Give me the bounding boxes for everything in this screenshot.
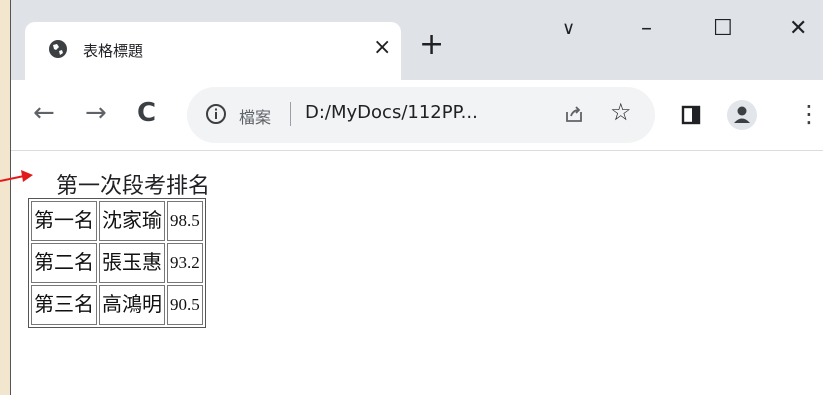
new-tab-button[interactable]: + [419,30,444,60]
file-scheme-label: 檔案 [239,108,272,127]
tab-title: 表格標題 [83,42,144,60]
forward-button[interactable]: → [85,100,107,126]
table-row: 第一名 沈家瑜 98.5 [31,201,203,241]
globe-icon [49,40,67,58]
back-button[interactable]: ← [33,100,55,126]
name-cell: 張玉惠 [99,243,165,283]
rank-cell: 第二名 [31,243,97,283]
table-caption: 第一次段考排名 [56,174,211,199]
browser-window: 表格標題 × + ∨ – ☐ ✕ ← → C 檔案 D:/MyDocs/112P… [10,0,823,395]
browser-menu-icon[interactable]: ⋮ [797,102,821,126]
browser-tab[interactable]: 表格標題 × [25,22,401,80]
browser-toolbar: ← → C 檔案 D:/MyDocs/112PP... ☆ ⋮ [11,80,823,151]
tab-search-chevron-icon[interactable]: ∨ [562,18,575,40]
share-icon[interactable] [563,103,585,125]
table-row: 第二名 張玉惠 93.2 [31,243,203,283]
bookmark-star-icon[interactable]: ☆ [610,98,632,126]
tab-close-icon[interactable]: × [373,35,391,60]
name-cell: 沈家瑜 [99,201,165,241]
table-row: 第三名 高鴻明 90.5 [31,285,203,325]
title-bar: 表格標題 × + ∨ – ☐ ✕ [11,0,823,80]
info-icon[interactable] [205,103,227,125]
close-window-button[interactable]: ✕ [789,18,807,40]
score-cell: 90.5 [167,285,203,325]
url-text[interactable]: D:/MyDocs/112PP... [305,102,478,123]
reload-button[interactable]: C [137,100,156,126]
ranking-table: 第一名 沈家瑜 98.5 第二名 張玉惠 93.2 第三名 高鴻明 90.5 [28,198,206,328]
name-cell: 高鴻明 [99,285,165,325]
annotation-arrow-icon [0,170,33,182]
profile-avatar-icon[interactable] [727,100,757,130]
url-separator [290,102,291,126]
score-cell: 98.5 [167,201,203,241]
page-content: 第一次段考排名 第一名 沈家瑜 98.5 第二名 張玉惠 93.2 第三名 高鴻… [11,151,823,395]
score-cell: 93.2 [167,243,203,283]
rank-cell: 第一名 [31,201,97,241]
side-panel-icon[interactable] [681,105,701,125]
maximize-button[interactable]: ☐ [713,18,733,40]
minimize-button[interactable]: – [641,18,652,40]
address-bar[interactable]: 檔案 D:/MyDocs/112PP... ☆ [187,87,655,143]
rank-cell: 第三名 [31,285,97,325]
